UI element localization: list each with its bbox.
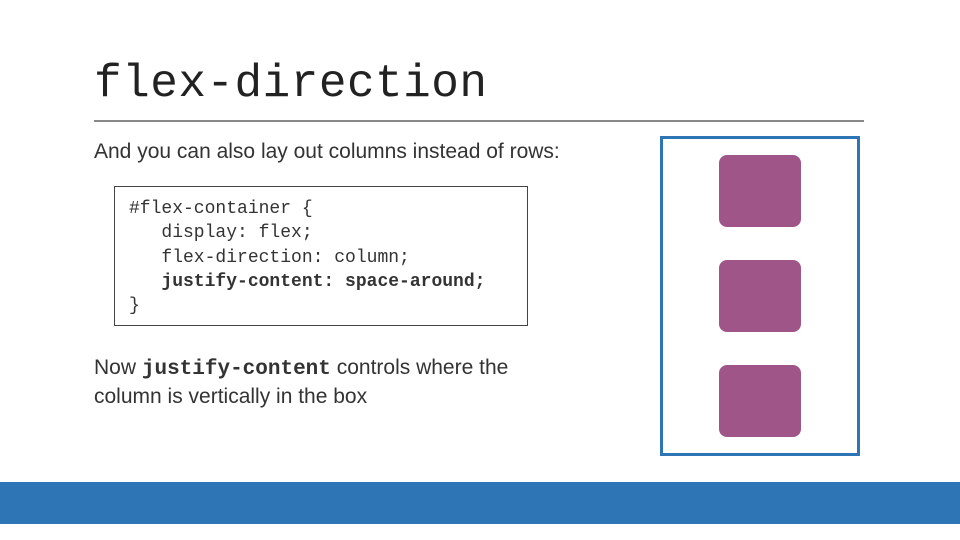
intro-text: And you can also lay out columns instead… [94, 140, 560, 164]
flex-item [719, 260, 801, 332]
flex-item [719, 155, 801, 227]
footer-accent-bar [0, 482, 960, 524]
code-line: #flex-container { [129, 199, 313, 219]
flex-item [719, 365, 801, 437]
code-line: display: flex; [129, 223, 313, 243]
slide-title: flex-direction [94, 58, 487, 110]
code-line: } [129, 296, 140, 316]
text-run: Now [94, 356, 142, 379]
explanation-text: Now justify-content controls where the c… [94, 354, 514, 411]
code-line-emph: justify-content: space-around; [129, 272, 485, 292]
slide: flex-direction And you can also lay out … [0, 0, 960, 540]
inline-code: justify-content [142, 358, 331, 381]
title-underline [94, 120, 864, 122]
flex-container-demo [660, 136, 860, 456]
code-line: flex-direction: column; [129, 248, 410, 268]
code-block: #flex-container { display: flex; flex-di… [114, 186, 528, 326]
